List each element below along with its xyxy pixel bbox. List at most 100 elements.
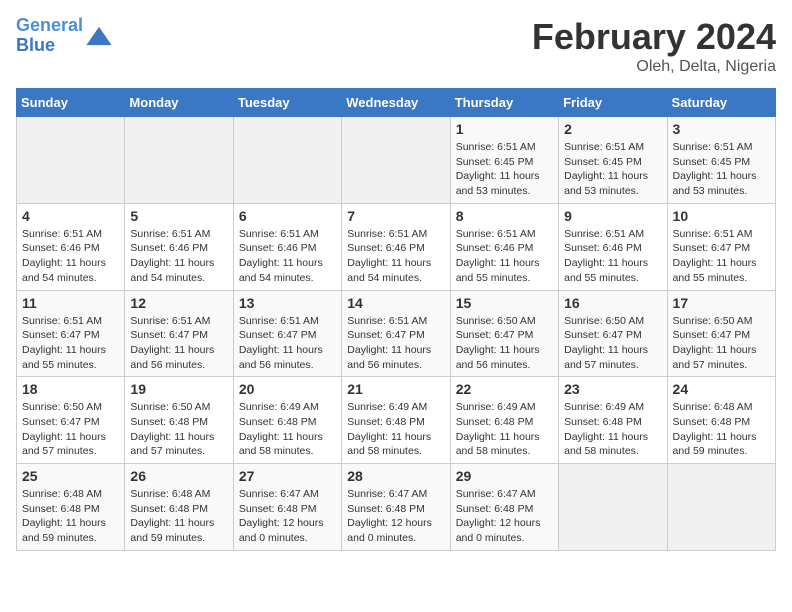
day-number: 29 [456,468,553,484]
calendar-cell: 27Sunrise: 6:47 AMSunset: 6:48 PMDayligh… [233,464,341,551]
day-info: Sunrise: 6:51 AMSunset: 6:45 PMDaylight:… [673,140,770,199]
logo-icon [85,22,113,50]
calendar-cell [233,117,341,204]
weekday-header: Wednesday [342,89,450,117]
calendar-cell: 23 Sunrise: 6:49 AMSunset: 6:48 PMDayligh… [559,377,667,464]
day-info: Sunrise: 6:48 AMSunset: 6:48 PMDaylight:… [673,400,770,459]
day-info: Sunrise: 6:51 AMSunset: 6:47 PMDaylight:… [22,314,119,373]
calendar-cell: 28Sunrise: 6:47 AMSunset: 6:48 PMDayligh… [342,464,450,551]
day-number: 17 [673,295,770,311]
day-number: 21 [347,381,444,397]
day-number: 26 [130,468,227,484]
calendar-cell: 19 Sunrise: 6:50 AMSunset: 6:48 PMDayligh… [125,377,233,464]
calendar-week-row: 11 Sunrise: 6:51 AMSunset: 6:47 PMDayligh… [17,290,776,377]
day-number: 10 [673,208,770,224]
day-info: Sunrise: 6:51 AMSunset: 6:46 PMDaylight:… [564,227,661,286]
calendar-cell [17,117,125,204]
page-subtitle: Oleh, Delta, Nigeria [532,58,776,76]
weekday-header: Sunday [17,89,125,117]
weekday-header-row: SundayMondayTuesdayWednesdayThursdayFrid… [17,89,776,117]
weekday-header: Tuesday [233,89,341,117]
day-info: Sunrise: 6:47 AMSunset: 6:48 PMDaylight:… [239,487,336,546]
day-info: Sunrise: 6:51 AMSunset: 6:46 PMDaylight:… [130,227,227,286]
calendar-week-row: 1Sunrise: 6:51 AMSunset: 6:45 PMDaylight… [17,117,776,204]
day-number: 12 [130,295,227,311]
day-number: 7 [347,208,444,224]
day-number: 28 [347,468,444,484]
logo: General Blue [16,16,113,56]
day-info: Sunrise: 6:47 AMSunset: 6:48 PMDaylight:… [456,487,553,546]
calendar-cell: 5 Sunrise: 6:51 AMSunset: 6:46 PMDaylight… [125,203,233,290]
page-header: General Blue February 2024 Oleh, Delta, … [16,16,776,76]
calendar-cell [667,464,775,551]
day-info: Sunrise: 6:51 AMSunset: 6:46 PMDaylight:… [22,227,119,286]
calendar-cell [125,117,233,204]
weekday-header: Friday [559,89,667,117]
calendar-cell: 26 Sunrise: 6:48 AMSunset: 6:48 PMDayligh… [125,464,233,551]
calendar-cell: 7 Sunrise: 6:51 AMSunset: 6:46 PMDaylight… [342,203,450,290]
day-info: Sunrise: 6:50 AMSunset: 6:48 PMDaylight:… [130,400,227,459]
calendar-cell [342,117,450,204]
day-number: 11 [22,295,119,311]
calendar-cell: 15 Sunrise: 6:50 AMSunset: 6:47 PMDayligh… [450,290,558,377]
day-number: 18 [22,381,119,397]
day-info: Sunrise: 6:49 AMSunset: 6:48 PMDaylight:… [239,400,336,459]
day-number: 16 [564,295,661,311]
page-title: February 2024 [532,16,776,58]
calendar-cell: 16Sunrise: 6:50 AMSunset: 6:47 PMDayligh… [559,290,667,377]
calendar-cell: 21 Sunrise: 6:49 AMSunset: 6:48 PMDayligh… [342,377,450,464]
calendar-week-row: 18 Sunrise: 6:50 AMSunset: 6:47 PMDayligh… [17,377,776,464]
day-info: Sunrise: 6:50 AMSunset: 6:47 PMDaylight:… [22,400,119,459]
calendar-cell: 14 Sunrise: 6:51 AMSunset: 6:47 PMDayligh… [342,290,450,377]
calendar-cell: 18 Sunrise: 6:50 AMSunset: 6:47 PMDayligh… [17,377,125,464]
day-number: 6 [239,208,336,224]
day-number: 5 [130,208,227,224]
day-number: 24 [673,381,770,397]
calendar-cell: 22 Sunrise: 6:49 AMSunset: 6:48 PMDayligh… [450,377,558,464]
calendar-cell: 8 Sunrise: 6:51 AMSunset: 6:46 PMDaylight… [450,203,558,290]
calendar-table: SundayMondayTuesdayWednesdayThursdayFrid… [16,88,776,551]
day-info: Sunrise: 6:51 AMSunset: 6:46 PMDaylight:… [347,227,444,286]
day-info: Sunrise: 6:51 AMSunset: 6:45 PMDaylight:… [564,140,661,199]
day-number: 20 [239,381,336,397]
day-info: Sunrise: 6:50 AMSunset: 6:47 PMDaylight:… [456,314,553,373]
day-number: 2 [564,121,661,137]
day-number: 3 [673,121,770,137]
weekday-header: Saturday [667,89,775,117]
calendar-cell: 24 Sunrise: 6:48 AMSunset: 6:48 PMDayligh… [667,377,775,464]
day-number: 15 [456,295,553,311]
calendar-cell: 13Sunrise: 6:51 AMSunset: 6:47 PMDayligh… [233,290,341,377]
calendar-cell: 11 Sunrise: 6:51 AMSunset: 6:47 PMDayligh… [17,290,125,377]
calendar-cell: 25 Sunrise: 6:48 AMSunset: 6:48 PMDayligh… [17,464,125,551]
calendar-cell: 1Sunrise: 6:51 AMSunset: 6:45 PMDaylight… [450,117,558,204]
calendar-cell: 29 Sunrise: 6:47 AMSunset: 6:48 PMDayligh… [450,464,558,551]
day-number: 22 [456,381,553,397]
weekday-header: Thursday [450,89,558,117]
day-info: Sunrise: 6:49 AMSunset: 6:48 PMDaylight:… [456,400,553,459]
day-number: 8 [456,208,553,224]
day-info: Sunrise: 6:49 AMSunset: 6:48 PMDaylight:… [347,400,444,459]
day-info: Sunrise: 6:51 AMSunset: 6:46 PMDaylight:… [456,227,553,286]
day-number: 9 [564,208,661,224]
day-info: Sunrise: 6:51 AMSunset: 6:47 PMDaylight:… [130,314,227,373]
day-number: 23 [564,381,661,397]
day-info: Sunrise: 6:51 AMSunset: 6:45 PMDaylight:… [456,140,553,199]
day-info: Sunrise: 6:49 AMSunset: 6:48 PMDaylight:… [564,400,661,459]
day-info: Sunrise: 6:51 AMSunset: 6:46 PMDaylight:… [239,227,336,286]
calendar-cell: 4 Sunrise: 6:51 AMSunset: 6:46 PMDaylight… [17,203,125,290]
weekday-header: Monday [125,89,233,117]
day-number: 4 [22,208,119,224]
calendar-week-row: 4 Sunrise: 6:51 AMSunset: 6:46 PMDaylight… [17,203,776,290]
title-block: February 2024 Oleh, Delta, Nigeria [532,16,776,76]
day-info: Sunrise: 6:48 AMSunset: 6:48 PMDaylight:… [22,487,119,546]
day-number: 14 [347,295,444,311]
calendar-cell: 6 Sunrise: 6:51 AMSunset: 6:46 PMDaylight… [233,203,341,290]
day-number: 25 [22,468,119,484]
calendar-cell: 3 Sunrise: 6:51 AMSunset: 6:45 PMDaylight… [667,117,775,204]
day-info: Sunrise: 6:51 AMSunset: 6:47 PMDaylight:… [347,314,444,373]
calendar-cell: 20 Sunrise: 6:49 AMSunset: 6:48 PMDayligh… [233,377,341,464]
calendar-cell: 9 Sunrise: 6:51 AMSunset: 6:46 PMDaylight… [559,203,667,290]
day-number: 19 [130,381,227,397]
calendar-cell: 17Sunrise: 6:50 AMSunset: 6:47 PMDayligh… [667,290,775,377]
day-info: Sunrise: 6:48 AMSunset: 6:48 PMDaylight:… [130,487,227,546]
